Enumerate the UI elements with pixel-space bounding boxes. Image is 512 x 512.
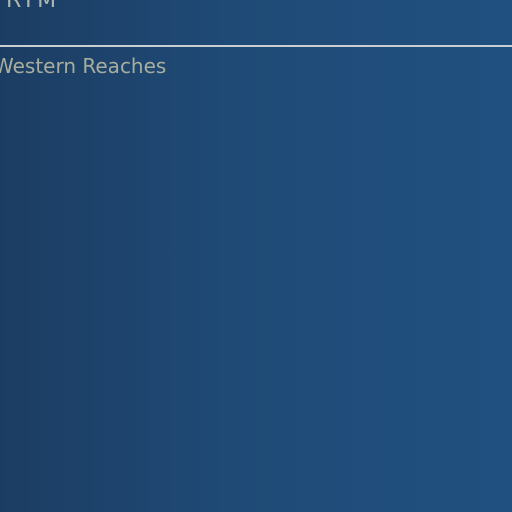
divider xyxy=(0,45,512,47)
region-label: Western Reaches xyxy=(0,54,167,78)
header-title: RTM xyxy=(6,0,59,13)
